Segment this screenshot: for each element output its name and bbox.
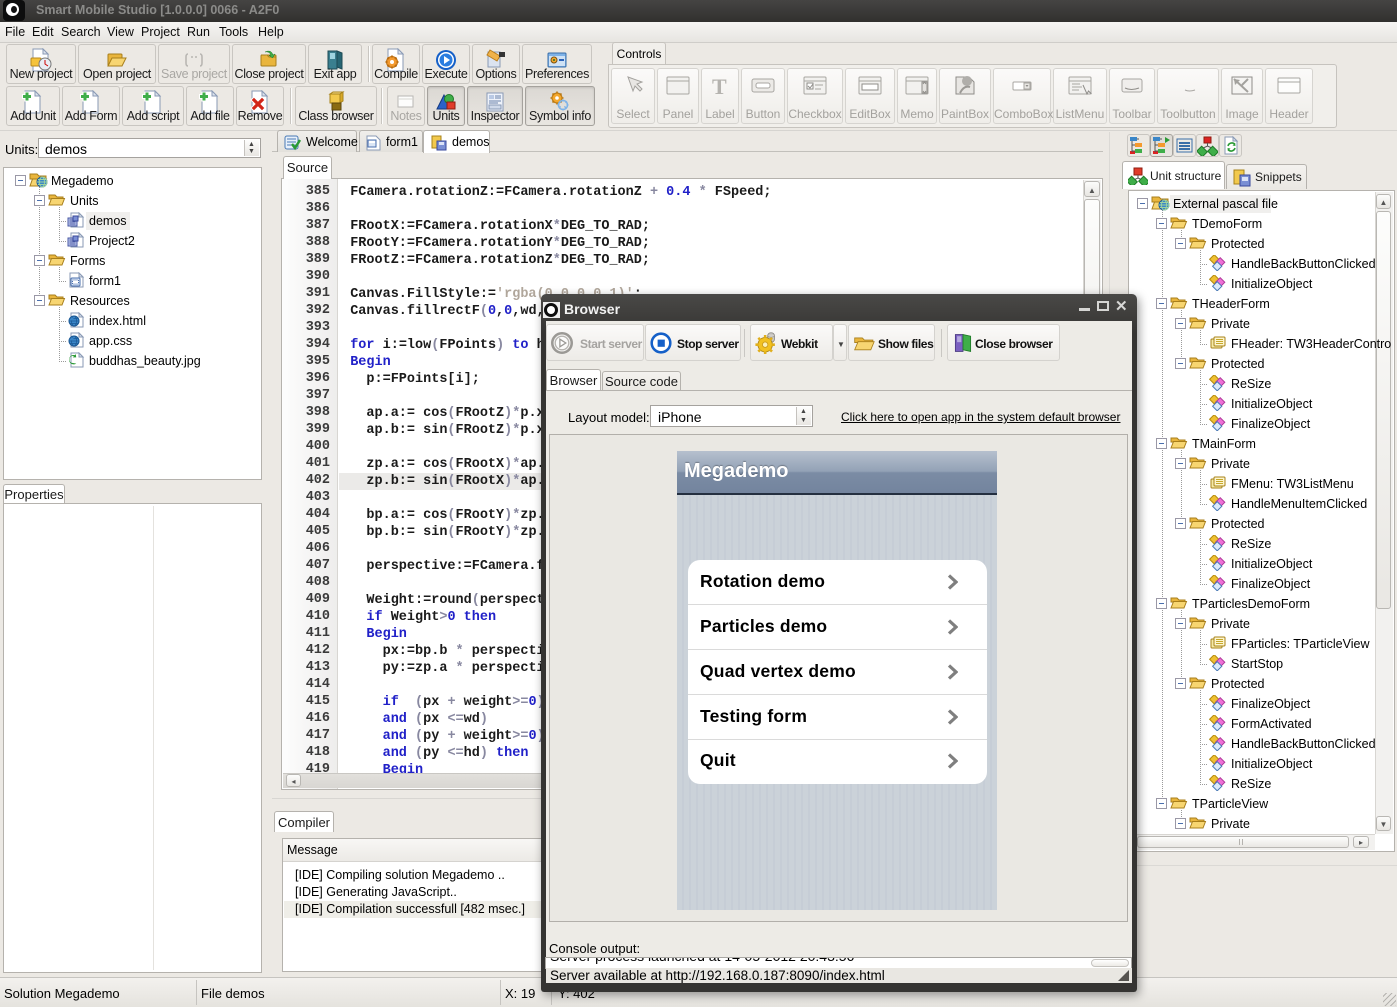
svg-text:T: T [712, 74, 727, 99]
